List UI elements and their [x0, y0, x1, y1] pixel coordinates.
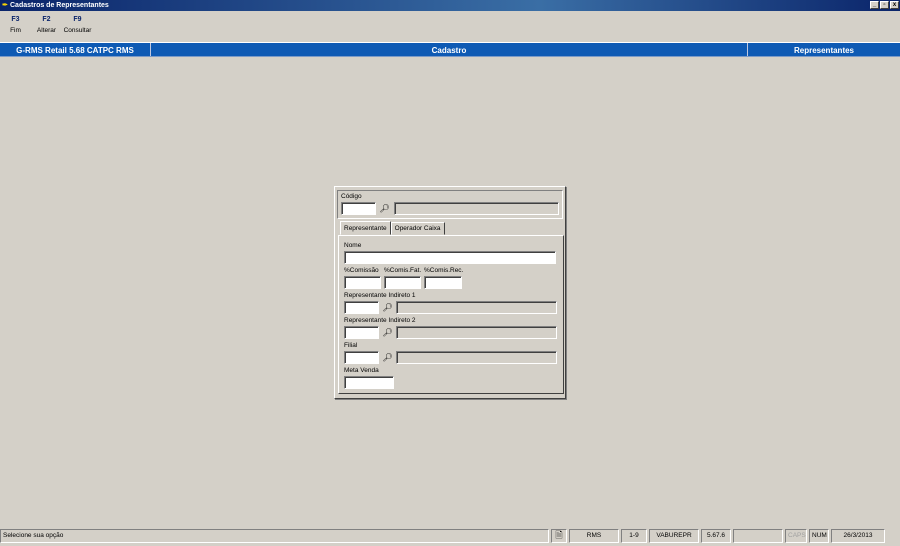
comis-fat-input[interactable] [384, 276, 421, 289]
comissao-label: %Comissão [344, 267, 379, 274]
function-key-toolbar: F3 Fim F2 Alterar F9 Consultar [0, 14, 93, 40]
rep-indireto-2-search-button[interactable]: 🔎︎ [380, 326, 395, 339]
rep-indireto-1-search-button[interactable]: 🔎︎ [380, 301, 395, 314]
tab-representante[interactable]: Representante [340, 221, 391, 235]
window-title: Cadastros de Representantes [10, 2, 109, 9]
codigo-search-button[interactable]: 🔎︎ [377, 202, 392, 215]
meta-venda-input[interactable] [344, 376, 394, 389]
filial-search-button[interactable]: 🔎︎ [380, 351, 395, 364]
restore-button[interactable]: ▫ [880, 1, 889, 9]
fkey-label: Alterar [36, 27, 57, 34]
comis-rec-label: %Comis.Rec. [424, 267, 464, 274]
fkey-label: Consultar [63, 27, 92, 34]
status-num: NUM [809, 529, 829, 543]
comis-fat-label: %Comis.Fat. [384, 267, 422, 274]
rep-indireto-1-description [396, 301, 557, 314]
header-section: Cadastro [151, 43, 748, 56]
fkey-consultar-button[interactable]: F9 Consultar [62, 14, 93, 40]
fkey-alterar-button[interactable]: F2 Alterar [31, 14, 62, 40]
status-range: 1-9 [621, 529, 647, 543]
app-icon: ✒ [2, 2, 8, 9]
status-program: VABUREPR [649, 529, 699, 543]
nome-input[interactable] [344, 251, 556, 264]
document-icon[interactable]: 🗎︎ [551, 529, 567, 543]
rep-indireto-1-label: Representante Indireto 1 [344, 292, 416, 299]
header-entity: Representantes [793, 46, 855, 55]
meta-venda-label: Meta Venda [344, 367, 379, 374]
nome-label: Nome [344, 242, 362, 249]
binoculars-icon: 🔎︎ [382, 328, 393, 337]
comissao-input[interactable] [344, 276, 381, 289]
fkey-fim-button[interactable]: F3 Fim [0, 14, 31, 40]
fkey-label: Fim [10, 27, 21, 34]
rep-indireto-2-label: Representante Indireto 2 [344, 317, 416, 324]
codigo-input[interactable] [341, 202, 376, 215]
status-system: RMS [569, 529, 619, 543]
fkey-code: F9 [73, 16, 82, 23]
status-message: Selecione sua opção [0, 529, 549, 543]
rep-indireto-2-input[interactable] [344, 326, 379, 339]
binoculars-icon: 🔎︎ [382, 353, 393, 362]
status-bar: Selecione sua opção 🗎︎ RMS 1-9 VABUREPR … [0, 528, 900, 546]
status-version: 5.67.6 [701, 529, 731, 543]
comis-rec-input[interactable] [424, 276, 462, 289]
filial-input[interactable] [344, 351, 379, 364]
filial-description [396, 351, 557, 364]
binoculars-icon: 🔎︎ [382, 303, 393, 312]
rep-indireto-2-description [396, 326, 557, 339]
fkey-code: F3 [11, 16, 20, 23]
status-date: 26/3/2013 [831, 529, 885, 543]
codigo-description-field [394, 202, 559, 215]
filial-label: Filial [344, 342, 358, 349]
header-bar: G-RMS Retail 5.68 CATPC RMS Cadastro Rep… [0, 42, 900, 57]
tab-operador-caixa[interactable]: Operador Caixa [390, 222, 445, 235]
header-system: G-RMS Retail 5.68 CATPC RMS [0, 43, 151, 56]
window-controls: _ ▫ x [870, 1, 899, 9]
binoculars-icon: 🔎︎ [379, 204, 390, 213]
tab-strip: Representante Operador Caixa [340, 221, 445, 235]
close-button[interactable]: x [890, 1, 899, 9]
window-titlebar[interactable]: ✒ Cadastros de Representantes _ ▫ x [0, 0, 900, 11]
fkey-code: F2 [42, 16, 51, 23]
minimize-button[interactable]: _ [870, 1, 879, 9]
codigo-label: Código [341, 193, 362, 200]
status-empty [733, 529, 783, 543]
status-caps: CAPS [785, 529, 807, 543]
rep-indireto-1-input[interactable] [344, 301, 379, 314]
